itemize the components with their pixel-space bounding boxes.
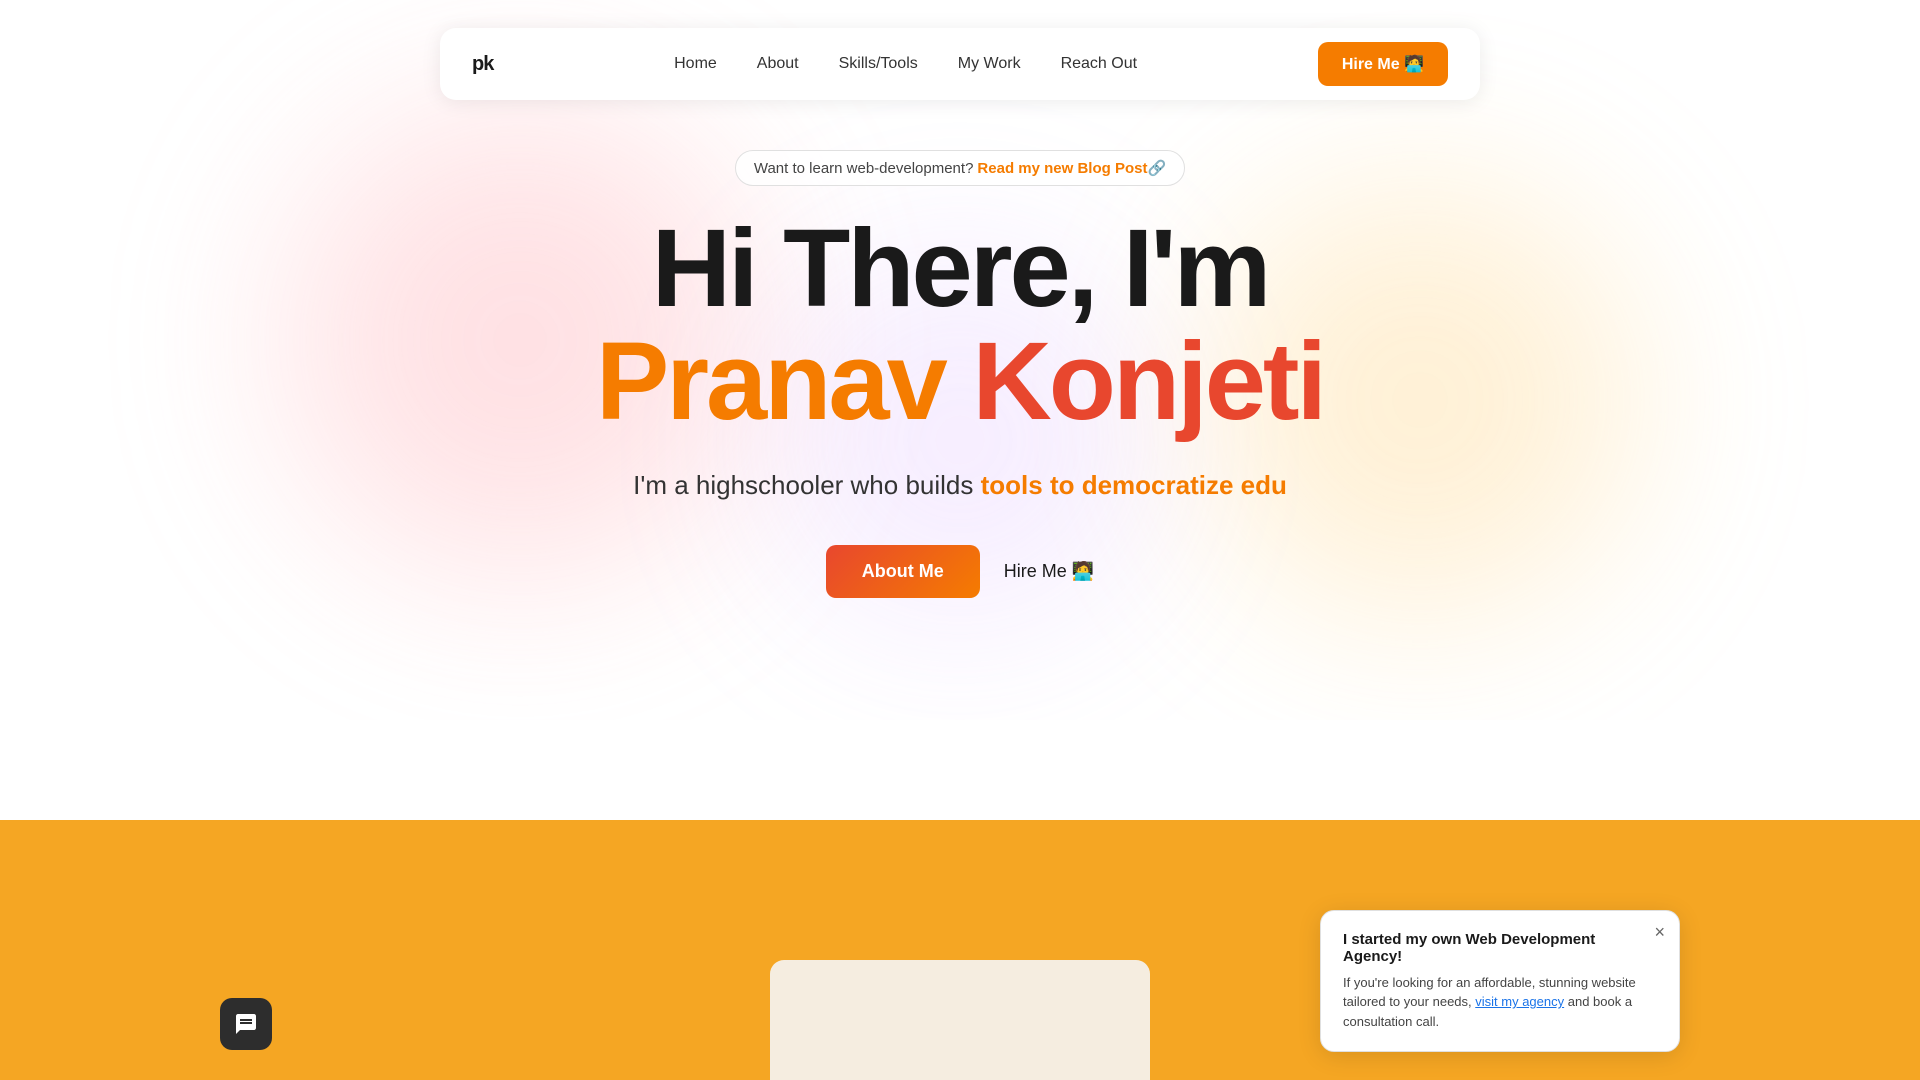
hero-title-line1: Hi There, I'm	[652, 214, 1269, 324]
hire-me-button-nav[interactable]: Hire Me 🧑‍💻	[1318, 42, 1448, 86]
hero-subtitle: I'm a highschooler who builds tools to d…	[633, 470, 1287, 501]
navbar-logo: pk	[472, 53, 493, 76]
hero-section: Want to learn web-development? Read my n…	[0, 150, 1920, 598]
popup-text: If you're looking for an affordable, stu…	[1343, 973, 1657, 1032]
navbar-links: Home About Skills/Tools My Work Reach Ou…	[674, 55, 1137, 73]
pill-text: Want to learn web-development?	[754, 160, 974, 177]
popup-agency-link[interactable]: visit my agency	[1475, 994, 1564, 1009]
popup-close-button[interactable]: ×	[1654, 923, 1665, 941]
chat-icon-button[interactable]	[220, 998, 272, 1050]
name-konjeti: Konjeti	[972, 320, 1324, 443]
bottom-card	[770, 960, 1150, 1080]
pill-link[interactable]: Read my new Blog Post🔗	[977, 159, 1166, 177]
name-pranav: Pranav	[596, 320, 945, 443]
nav-skills[interactable]: Skills/Tools	[839, 55, 918, 73]
hero-title-line2: Pranav Konjeti	[596, 324, 1324, 440]
about-me-button[interactable]: About Me	[826, 545, 980, 598]
blog-pill: Want to learn web-development? Read my n…	[735, 150, 1185, 186]
chat-icon	[234, 1012, 258, 1036]
subtitle-prefix: I'm a highschooler who builds	[633, 470, 980, 500]
nav-my-work[interactable]: My Work	[958, 55, 1021, 73]
agency-popup: × I started my own Web Development Agenc…	[1320, 910, 1680, 1053]
subtitle-highlight: tools to democratize edu	[981, 470, 1287, 500]
popup-title: I started my own Web Development Agency!	[1343, 931, 1657, 965]
nav-home[interactable]: Home	[674, 55, 717, 73]
hire-me-link-hero[interactable]: Hire Me 🧑‍💻	[1004, 561, 1094, 582]
nav-reach-out[interactable]: Reach Out	[1061, 55, 1137, 73]
nav-about[interactable]: About	[757, 55, 799, 73]
hero-cta: About Me Hire Me 🧑‍💻	[826, 545, 1094, 598]
navbar: pk Home About Skills/Tools My Work Reach…	[440, 28, 1480, 100]
